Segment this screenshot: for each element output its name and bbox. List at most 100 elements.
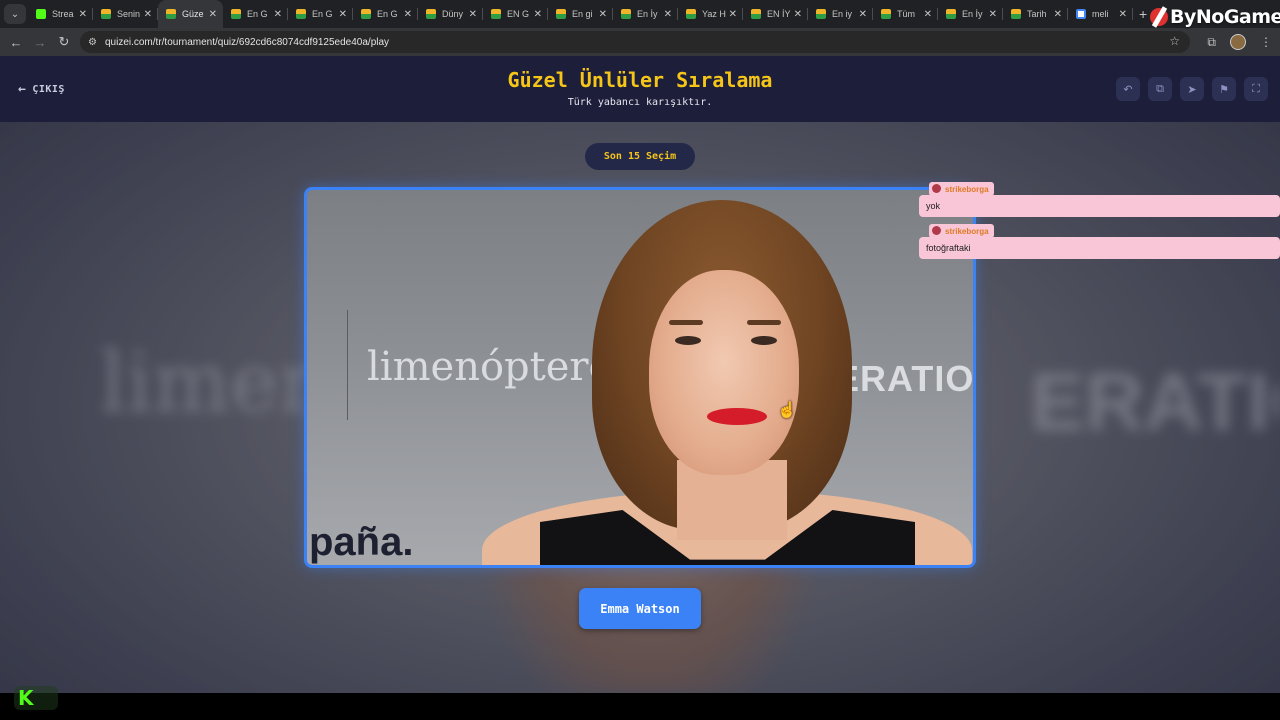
tab-strip: ⌄ Strea ✕ Senin ✕ Güze ✕ En G ✕ En G ✕ En G ✕ Düny ✕ E… bbox=[0, 0, 1280, 28]
browser-tab[interactable]: En G ✕ bbox=[223, 0, 288, 28]
quizei-favicon-icon bbox=[296, 9, 306, 19]
tab-label: Güze bbox=[182, 9, 204, 19]
history-pill[interactable]: Son 15 Seçim bbox=[585, 143, 695, 170]
new-tab-button[interactable]: + bbox=[1139, 6, 1147, 22]
quiz-subtitle: Türk yabancı karışıktır. bbox=[567, 97, 713, 108]
browser-tab[interactable]: Strea ✕ bbox=[28, 0, 93, 28]
photo-face bbox=[649, 270, 799, 475]
browser-tab[interactable]: Güze ✕ bbox=[158, 0, 223, 28]
extensions-icon[interactable]: ⧉ bbox=[1207, 35, 1216, 50]
hand-cursor-icon: ☝ bbox=[777, 402, 797, 419]
answer-button[interactable]: Emma Watson bbox=[579, 588, 701, 629]
tab-close-icon[interactable]: ✕ bbox=[794, 9, 802, 20]
address-bar: ← → ↻ ⚙ quizei.com/tr/tournament/quiz/69… bbox=[0, 28, 1280, 56]
tab-close-icon[interactable]: ✕ bbox=[729, 9, 737, 20]
contestant-photo-card[interactable]: limenóptero ERATIO paña. ☝ bbox=[304, 187, 976, 568]
quizei-favicon-icon bbox=[751, 9, 761, 19]
omnibox[interactable]: ⚙ quizei.com/tr/tournament/quiz/692cd6c8… bbox=[80, 31, 1190, 53]
menu-icon[interactable]: ⋮ bbox=[1260, 35, 1272, 49]
tab-close-icon[interactable]: ✕ bbox=[404, 9, 412, 20]
browser-tab[interactable]: meli ✕ bbox=[1068, 0, 1133, 28]
tab-label: EN İY bbox=[767, 9, 791, 19]
tab-label: En iy bbox=[832, 9, 853, 19]
quiz-title: Güzel Ünlüler Sıralama bbox=[507, 68, 773, 92]
chat-username-text: strikeborga bbox=[945, 226, 989, 236]
tab-close-icon[interactable]: ✕ bbox=[599, 9, 607, 20]
browser-tab[interactable]: Düny ✕ bbox=[418, 0, 483, 28]
quizei-favicon-icon bbox=[426, 9, 436, 19]
fullscreen-icon[interactable]: ⛶ bbox=[1244, 77, 1268, 101]
reload-button[interactable]: ↻ bbox=[52, 34, 76, 50]
tab-label: En İy bbox=[637, 9, 658, 19]
profile-avatar[interactable] bbox=[1230, 34, 1246, 50]
chat-username: strikeborga bbox=[929, 224, 994, 238]
forward-button[interactable]: → bbox=[28, 35, 52, 50]
tab-close-icon[interactable]: ✕ bbox=[989, 9, 997, 20]
chat-user-avatar bbox=[932, 184, 941, 193]
photo-backdrop-text-left: limenóptero bbox=[367, 344, 613, 390]
quizei-favicon-icon bbox=[101, 9, 111, 19]
browser-tab[interactable]: Senin ✕ bbox=[93, 0, 158, 28]
browser-tab[interactable]: En G ✕ bbox=[288, 0, 353, 28]
tab-close-icon[interactable]: ✕ bbox=[339, 9, 347, 20]
photo-wall-divider bbox=[347, 310, 348, 420]
chat-username-text: strikeborga bbox=[945, 184, 989, 194]
url-text[interactable]: quizei.com/tr/tournament/quiz/692cd6c807… bbox=[105, 37, 389, 48]
tab-label: Yaz H bbox=[702, 9, 726, 19]
chat-message-text: yok bbox=[919, 195, 1280, 217]
photo-backdrop-text-right: ERATIO bbox=[835, 358, 975, 399]
flag-icon[interactable]: ⚑ bbox=[1212, 77, 1236, 101]
chat-username: strikeborga bbox=[929, 182, 994, 196]
tab-close-icon[interactable]: ✕ bbox=[1054, 9, 1062, 20]
quizei-favicon-icon bbox=[946, 9, 956, 19]
tab-close-icon[interactable]: ✕ bbox=[144, 9, 152, 20]
site-info-icon[interactable]: ⚙ bbox=[88, 37, 97, 48]
tab-close-icon[interactable]: ✕ bbox=[859, 9, 867, 20]
photo-brow-left bbox=[669, 320, 703, 325]
tab-label: Düny bbox=[442, 9, 464, 19]
tab-label: Tüm bbox=[897, 9, 915, 19]
browser-tab[interactable]: Tarih ✕ bbox=[1003, 0, 1068, 28]
tab-close-icon[interactable]: ✕ bbox=[209, 9, 217, 20]
watermark-text: ByNoGame bbox=[1170, 6, 1280, 28]
tab-close-icon[interactable]: ✕ bbox=[1119, 9, 1127, 20]
send-icon[interactable]: ➤ bbox=[1180, 77, 1204, 101]
back-button[interactable]: ← bbox=[4, 35, 28, 50]
tab-label: Senin bbox=[117, 9, 141, 19]
bookmark-star-icon[interactable]: ☆ bbox=[1169, 34, 1180, 48]
browser-tab[interactable]: En iy ✕ bbox=[808, 0, 873, 28]
tab-close-icon[interactable]: ✕ bbox=[924, 9, 932, 20]
tab-close-icon[interactable]: ✕ bbox=[79, 9, 87, 20]
tab-search-button[interactable]: ⌄ bbox=[4, 4, 26, 24]
quizei-favicon-icon bbox=[816, 9, 826, 19]
tab-close-icon[interactable]: ✕ bbox=[664, 9, 672, 20]
quizei-favicon-icon bbox=[556, 9, 566, 19]
browser-tab[interactable]: En gi ✕ bbox=[548, 0, 613, 28]
tab-label: En G bbox=[247, 9, 268, 19]
chat-user-avatar bbox=[932, 226, 941, 235]
quizei-favicon-icon bbox=[166, 9, 176, 19]
photo-lips bbox=[707, 408, 767, 425]
quizei-favicon-icon bbox=[621, 9, 631, 19]
browser-tab[interactable]: Yaz H ✕ bbox=[678, 0, 743, 28]
browser-tab[interactable]: Tüm ✕ bbox=[873, 0, 938, 28]
tab-label: En G bbox=[377, 9, 398, 19]
browser-tab[interactable]: EN G ✕ bbox=[483, 0, 548, 28]
browser-tab[interactable]: En İy ✕ bbox=[938, 0, 1003, 28]
tab-close-icon[interactable]: ✕ bbox=[534, 9, 542, 20]
header-tools: ↶ ⧉ ➤ ⚑ ⛶ bbox=[1116, 77, 1268, 101]
toolbar-right: ⧉ ⋮ bbox=[1207, 28, 1272, 56]
tab-close-icon[interactable]: ✕ bbox=[469, 9, 477, 20]
quiz-header: ← ÇIKIŞ Güzel Ünlüler Sıralama Türk yaba… bbox=[0, 56, 1280, 122]
browser-tab[interactable]: EN İY ✕ bbox=[743, 0, 808, 28]
tab-list: Strea ✕ Senin ✕ Güze ✕ En G ✕ En G ✕ En G ✕ Düny ✕ EN … bbox=[28, 0, 1133, 28]
browser-tab[interactable]: En G ✕ bbox=[353, 0, 418, 28]
quizei-favicon-icon bbox=[1011, 9, 1021, 19]
chat-message: strikeborga yok bbox=[919, 182, 1280, 218]
browser-tab[interactable]: En İy ✕ bbox=[613, 0, 678, 28]
undo-icon[interactable]: ↶ bbox=[1116, 77, 1140, 101]
tab-label: En G bbox=[312, 9, 333, 19]
tab-close-icon[interactable]: ✕ bbox=[274, 9, 282, 20]
share-icon[interactable]: ⧉ bbox=[1148, 77, 1172, 101]
bottom-bar bbox=[0, 693, 1280, 720]
